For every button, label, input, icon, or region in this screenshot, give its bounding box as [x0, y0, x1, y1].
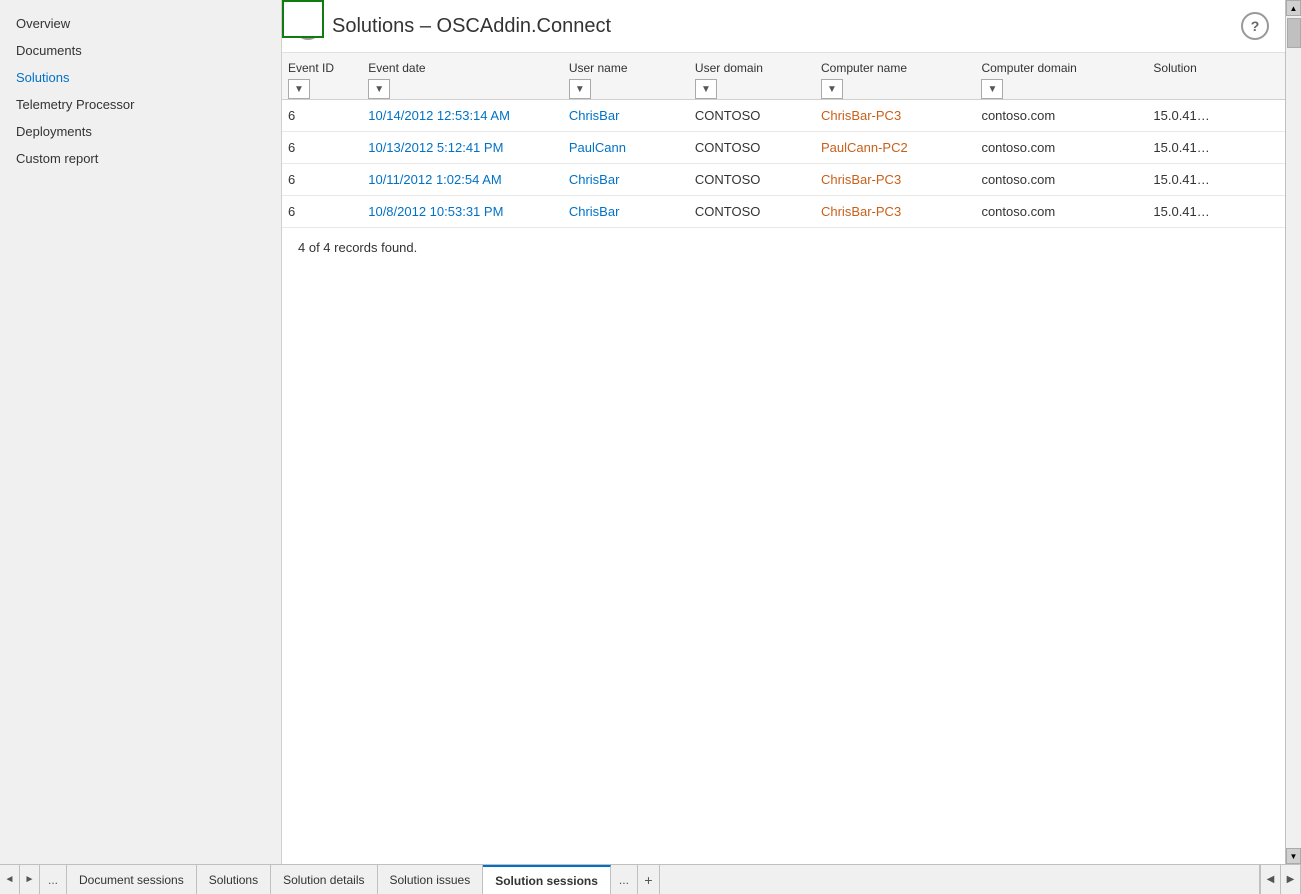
- filter-user-name[interactable]: ▼: [569, 79, 591, 99]
- cell-computer-domain: contoso.com: [975, 196, 1147, 228]
- table-row[interactable]: 610/13/2012 5:12:41 PMPaulCannCONTOSOPau…: [282, 132, 1285, 164]
- content-header: ← Solutions – OSCAddin.Connect ?: [282, 0, 1285, 53]
- green-selection-cell: [282, 0, 324, 38]
- cell-event-id: 6: [282, 196, 362, 228]
- filter-computer-name[interactable]: ▼: [821, 79, 843, 99]
- cell-solution: 15.0.41…: [1147, 132, 1285, 164]
- cell-computer-name[interactable]: ChrisBar-PC3: [815, 164, 975, 196]
- cell-event-date[interactable]: 10/11/2012 1:02:54 AM: [362, 164, 563, 196]
- cell-event-id: 6: [282, 132, 362, 164]
- bottom-tab-solution-issues[interactable]: Solution issues: [378, 865, 484, 894]
- table-row[interactable]: 610/11/2012 1:02:54 AMChrisBarCONTOSOChr…: [282, 164, 1285, 196]
- tab-scroll-right[interactable]: ▶: [1281, 865, 1301, 894]
- tab-scroll-left[interactable]: ◀: [1261, 865, 1281, 894]
- bottom-tab-document-sessions[interactable]: Document sessions: [67, 865, 197, 894]
- cell-solution: 15.0.41…: [1147, 196, 1285, 228]
- cell-event-date[interactable]: 10/13/2012 5:12:41 PM: [362, 132, 563, 164]
- cell-computer-domain: contoso.com: [975, 164, 1147, 196]
- vertical-scrollbar[interactable]: ▲ ▼: [1285, 0, 1301, 864]
- bottom-tab-bar: ◄ ► ... Document sessionsSolutionsSoluti…: [0, 864, 1301, 894]
- col-header-computer-domain: Computer domain ▼: [975, 53, 1147, 100]
- filter-event-id[interactable]: ▼: [288, 79, 310, 99]
- cell-user-domain: CONTOSO: [689, 132, 815, 164]
- filter-event-date[interactable]: ▼: [368, 79, 390, 99]
- cell-solution: 15.0.41…: [1147, 164, 1285, 196]
- bottom-tab-solution-sessions[interactable]: Solution sessions: [483, 865, 611, 894]
- col-header-user-name: User name ▼: [563, 53, 689, 100]
- cell-user-domain: CONTOSO: [689, 100, 815, 132]
- cell-computer-name[interactable]: ChrisBar-PC3: [815, 196, 975, 228]
- bottom-tab-solution-details[interactable]: Solution details: [271, 865, 377, 894]
- bottom-tabs-container: Document sessionsSolutionsSolution detai…: [67, 865, 611, 894]
- help-icon: ?: [1251, 18, 1260, 34]
- scroll-down-btn[interactable]: ▼: [1286, 848, 1301, 864]
- tab-more2-btn[interactable]: ...: [611, 865, 638, 894]
- cell-user-domain: CONTOSO: [689, 196, 815, 228]
- col-header-solution: Solution: [1147, 53, 1285, 100]
- data-table: Event ID ▼ Event date: [282, 53, 1285, 228]
- cell-event-id: 6: [282, 164, 362, 196]
- tab-add-btn[interactable]: +: [638, 865, 660, 894]
- cell-event-id: 6: [282, 100, 362, 132]
- cell-user-domain: CONTOSO: [689, 164, 815, 196]
- sidebar-item-deployments[interactable]: Deployments: [0, 118, 281, 145]
- sidebar-item-solutions[interactable]: Solutions: [0, 64, 281, 91]
- sidebar-item-telemetry-processor[interactable]: Telemetry Processor: [0, 91, 281, 118]
- cell-user-name[interactable]: ChrisBar: [563, 100, 689, 132]
- tab-next-btn[interactable]: ►: [20, 865, 40, 894]
- filter-user-domain[interactable]: ▼: [695, 79, 717, 99]
- scroll-thumb[interactable]: [1287, 18, 1301, 48]
- records-info: 4 of 4 records found.: [282, 228, 1285, 267]
- table-container: Event ID ▼ Event date: [282, 53, 1285, 864]
- tab-more-btn[interactable]: ...: [40, 865, 67, 894]
- table-body: 610/14/2012 12:53:14 AMChrisBarCONTOSOCh…: [282, 100, 1285, 228]
- help-button[interactable]: ?: [1241, 12, 1269, 40]
- tab-prev-btn[interactable]: ◄: [0, 865, 20, 894]
- cell-solution: 15.0.41…: [1147, 100, 1285, 132]
- main-content: ← Solutions – OSCAddin.Connect ? Event I…: [282, 0, 1285, 864]
- filter-computer-domain[interactable]: ▼: [981, 79, 1003, 99]
- cell-computer-name[interactable]: PaulCann-PC2: [815, 132, 975, 164]
- sidebar: OverviewDocumentsSolutionsTelemetry Proc…: [0, 0, 282, 864]
- table-row[interactable]: 610/8/2012 10:53:31 PMChrisBarCONTOSOChr…: [282, 196, 1285, 228]
- col-header-user-domain: User domain ▼: [689, 53, 815, 100]
- sidebar-item-overview[interactable]: Overview: [0, 10, 281, 37]
- cell-user-name[interactable]: ChrisBar: [563, 164, 689, 196]
- page-title: Solutions – OSCAddin.Connect: [332, 15, 1241, 38]
- table-header-row: Event ID ▼ Event date: [282, 53, 1285, 100]
- cell-user-name[interactable]: ChrisBar: [563, 196, 689, 228]
- col-header-event-date: Event date ▼: [362, 53, 563, 100]
- bottom-tab-solutions[interactable]: Solutions: [197, 865, 271, 894]
- scroll-up-btn[interactable]: ▲: [1286, 0, 1301, 16]
- cell-computer-domain: contoso.com: [975, 132, 1147, 164]
- col-header-event-id: Event ID ▼: [282, 53, 362, 100]
- cell-event-date[interactable]: 10/8/2012 10:53:31 PM: [362, 196, 563, 228]
- col-header-computer-name: Computer name ▼: [815, 53, 975, 100]
- sidebar-item-custom-report[interactable]: Custom report: [0, 145, 281, 172]
- cell-user-name[interactable]: PaulCann: [563, 132, 689, 164]
- cell-computer-domain: contoso.com: [975, 100, 1147, 132]
- cell-computer-name[interactable]: ChrisBar-PC3: [815, 100, 975, 132]
- table-row[interactable]: 610/14/2012 12:53:14 AMChrisBarCONTOSOCh…: [282, 100, 1285, 132]
- cell-event-date[interactable]: 10/14/2012 12:53:14 AM: [362, 100, 563, 132]
- sidebar-item-documents[interactable]: Documents: [0, 37, 281, 64]
